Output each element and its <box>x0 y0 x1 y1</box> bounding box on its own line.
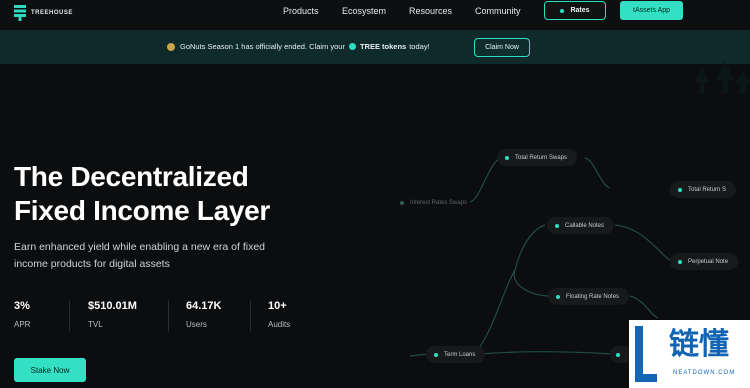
node-label: Interest Rates Swaps <box>410 199 468 206</box>
stat-audits: 10+ Audits <box>268 300 290 334</box>
watermark-logo-icon <box>635 326 657 382</box>
tassets-app-button[interactable]: tAssets App <box>620 1 683 20</box>
node-dot-icon <box>434 352 438 357</box>
stat-users: 64.17K Users <box>186 300 221 334</box>
acorn-icon <box>167 42 175 51</box>
node-dot-icon <box>505 155 509 160</box>
stat-value: $510.01M <box>88 300 137 312</box>
node-dot-icon <box>400 200 404 205</box>
stat-label: APR <box>14 320 31 329</box>
node-total-return-right[interactable]: Total Return S <box>670 181 737 198</box>
node-label: Total Return S <box>688 186 727 193</box>
trees-illustration-icon <box>694 62 750 94</box>
rates-button-label: Rates <box>570 7 590 14</box>
node-label: Perpetual Note <box>688 258 729 265</box>
node-floating-rate-notes[interactable]: Floating Rate Notes <box>548 288 630 305</box>
node-dot-icon <box>556 294 560 299</box>
tree-token-icon <box>348 43 356 50</box>
stat-value: 64.17K <box>186 300 222 312</box>
node-label: Floating Rate Notes <box>566 293 620 300</box>
stat-label: Users <box>186 320 207 329</box>
node-label: Callable Notes <box>565 222 605 229</box>
logo[interactable]: TREEHOUSE <box>14 5 73 21</box>
node-dot-icon <box>555 223 559 228</box>
node-dot-icon <box>616 352 620 357</box>
status-dot-icon <box>560 8 565 13</box>
main-menu: Products Ecosystem Resources Community <box>283 6 535 16</box>
watermark-cn-text: 链懂 <box>669 327 729 362</box>
node-callable-notes[interactable]: Callable Notes <box>547 217 615 234</box>
node-dot-icon <box>678 259 682 264</box>
node-dot-icon <box>678 187 682 192</box>
node-interest-rate-swaps[interactable]: Interest Rates Swaps <box>392 194 477 211</box>
node-term-loans[interactable]: Term Loans <box>426 346 486 363</box>
banner-text-bold: TREE tokens <box>359 42 407 51</box>
treehouse-logo-icon <box>14 5 26 21</box>
watermark: 链懂 NEATDOWN.COM <box>629 320 750 388</box>
menu-item-community[interactable]: Community <box>475 6 535 16</box>
hero-title-line-1: The Decentralized <box>14 161 249 192</box>
watermark-en-text: NEATDOWN.COM <box>673 370 736 376</box>
hero-title-line-2: Fixed Income Layer <box>14 195 271 226</box>
banner-text-before: GoNuts Season 1 has officially ended. Cl… <box>180 42 345 51</box>
stake-now-button[interactable]: Stake Now <box>14 358 86 382</box>
banner-text-after: today! <box>409 42 430 51</box>
node-perpetual-notes[interactable]: Perpetual Note <box>670 253 739 270</box>
stat-value: 10+ <box>268 300 287 312</box>
stat-apr: 3% APR <box>14 300 30 334</box>
node-label: Term Loans <box>444 351 476 358</box>
stat-divider <box>250 300 251 332</box>
brand-name: TREEHOUSE <box>31 10 73 16</box>
stat-tvl: $510.01M TVL <box>88 300 137 334</box>
stat-divider <box>168 300 169 332</box>
menu-item-resources[interactable]: Resources <box>409 6 475 16</box>
stat-divider <box>69 300 70 332</box>
hero-subtitle-line-1: Earn enhanced yield while enabling a new… <box>14 241 266 253</box>
top-nav: TREEHOUSE Products Ecosystem Resources C… <box>0 0 750 30</box>
node-total-return-swaps[interactable]: Total Return Swaps <box>497 149 578 166</box>
hero-title: The Decentralized Fixed Income Layer <box>14 160 314 228</box>
claim-now-button[interactable]: Claim Now <box>474 38 530 57</box>
menu-item-ecosystem[interactable]: Ecosystem <box>342 6 409 16</box>
hero-subtitle: Earn enhanced yield while enabling a new… <box>14 239 314 273</box>
announcement-banner: GoNuts Season 1 has officially ended. Cl… <box>0 30 750 94</box>
rates-button[interactable]: Rates <box>544 1 606 20</box>
stat-label: Audits <box>268 320 291 329</box>
hero-subtitle-line-2: income products for digital assets <box>14 258 170 270</box>
banner-message: GoNuts Season 1 has officially ended. Cl… <box>167 42 430 51</box>
node-label: Total Return Swaps <box>515 154 568 161</box>
menu-item-products[interactable]: Products <box>283 6 342 16</box>
stat-value: 3% <box>14 300 30 312</box>
stat-label: TVL <box>88 320 103 329</box>
